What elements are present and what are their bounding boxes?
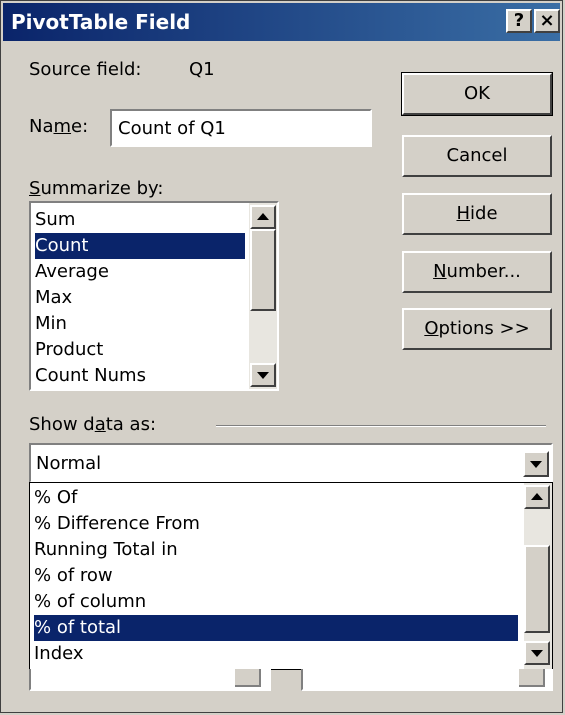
close-button[interactable]: ×	[534, 9, 560, 33]
show-data-as-label: Show data as:	[29, 414, 157, 435]
arrow-up-icon	[531, 493, 543, 500]
scroll-down-button[interactable]	[250, 363, 276, 387]
list-item[interactable]: Count Nums	[35, 363, 245, 389]
list-item[interactable]: Product	[35, 337, 245, 363]
hide-button[interactable]: Hide	[402, 193, 552, 235]
dropdown-scrollbar[interactable]	[524, 483, 552, 669]
list-item[interactable]: Sum	[35, 207, 245, 233]
list-item[interactable]: Min	[35, 311, 245, 337]
number-button[interactable]: Number...	[402, 251, 552, 293]
show-data-as-select[interactable]: Normal	[29, 443, 553, 483]
dropdown-button[interactable]	[523, 451, 549, 477]
summarize-by-list[interactable]: Sum Count Average Max Min Product Count …	[29, 201, 279, 391]
show-data-as-value: Normal	[36, 453, 102, 474]
base-field-list-partial[interactable]	[29, 669, 271, 691]
title-bar[interactable]: PivotTable Field ? ×	[3, 3, 560, 41]
chevron-down-icon	[530, 461, 542, 468]
dropdown-option[interactable]: Running Total in	[34, 537, 514, 563]
options-button[interactable]: Options >>	[402, 308, 552, 350]
dropdown-option[interactable]: Index	[34, 641, 514, 667]
scroll-thumb[interactable]	[524, 545, 550, 633]
cancel-button[interactable]: Cancel	[402, 135, 552, 177]
scroll-up-button[interactable]	[524, 485, 550, 509]
dropdown-option[interactable]: % of column	[34, 589, 514, 615]
scroll-down-button-partial[interactable]	[235, 669, 261, 687]
name-label: Name:	[29, 116, 89, 137]
dropdown-option-highlighted[interactable]: % of total	[34, 615, 518, 641]
dropdown-option[interactable]: % of row	[34, 563, 514, 589]
show-data-as-dropdown-list[interactable]: % Of % Difference From Running Total in …	[29, 482, 553, 670]
list-item-selected[interactable]: Count	[35, 233, 245, 259]
pivottable-field-dialog: PivotTable Field ? × Source field: Q1 Na…	[0, 0, 563, 713]
help-icon: ?	[513, 10, 525, 31]
dropdown-option[interactable]: % Of	[34, 485, 514, 511]
arrow-down-icon	[531, 650, 543, 657]
name-input-value: Count of Q1	[118, 118, 226, 139]
summarize-scrollbar[interactable]	[249, 203, 277, 389]
groupbox-divider	[216, 425, 546, 427]
list-item[interactable]: Max	[35, 285, 245, 311]
dropdown-option[interactable]: % Difference From	[34, 511, 514, 537]
base-item-list-partial[interactable]	[301, 669, 553, 691]
source-field-value: Q1	[189, 59, 215, 80]
summarize-by-label: Summarize by:	[29, 178, 164, 199]
arrow-down-icon	[257, 372, 269, 379]
scroll-thumb[interactable]	[250, 229, 276, 311]
source-field-label: Source field:	[29, 59, 142, 80]
list-item[interactable]: Average	[35, 259, 245, 285]
arrow-up-icon	[257, 213, 269, 220]
scroll-down-button-partial[interactable]	[519, 669, 545, 687]
name-input[interactable]: Count of Q1	[110, 109, 372, 147]
ok-button[interactable]: OK	[401, 72, 553, 116]
scroll-up-button[interactable]	[250, 205, 276, 229]
close-icon: ×	[539, 10, 555, 31]
scroll-down-button[interactable]	[524, 641, 550, 665]
help-button[interactable]: ?	[506, 9, 532, 33]
window-title: PivotTable Field	[11, 10, 191, 34]
